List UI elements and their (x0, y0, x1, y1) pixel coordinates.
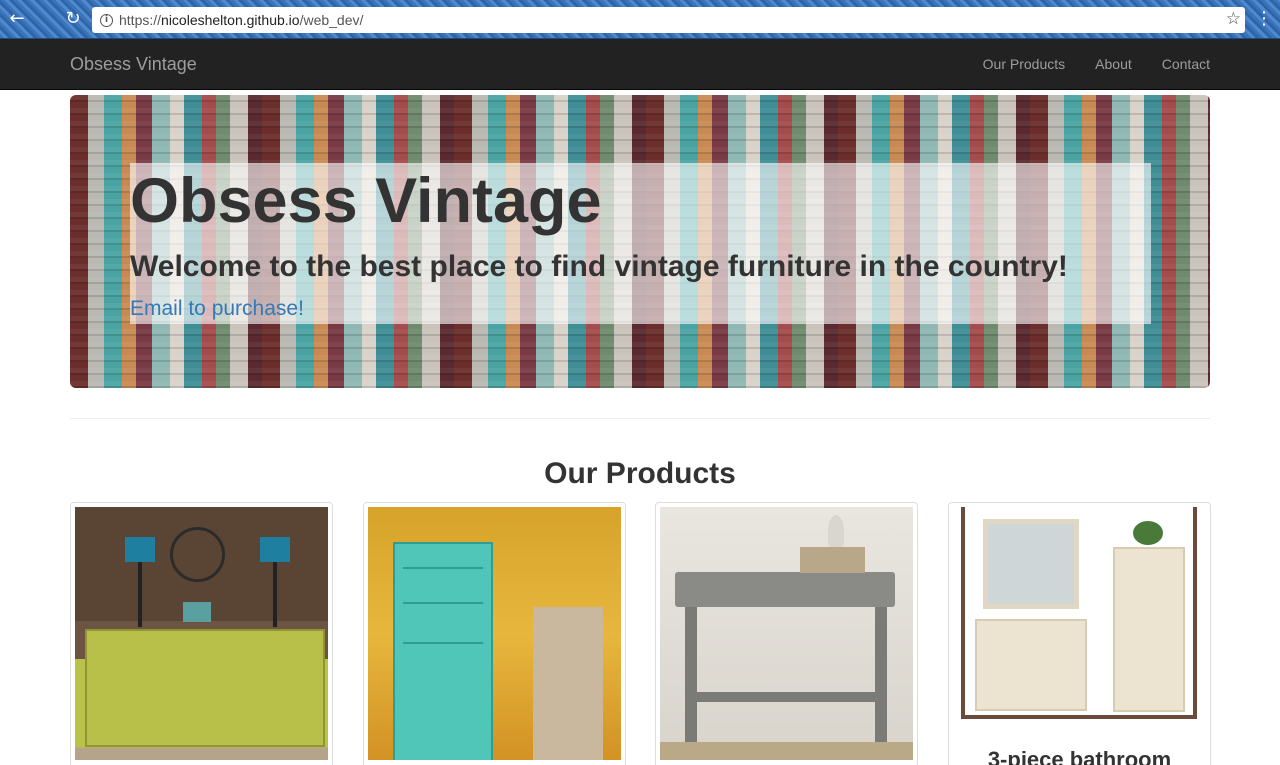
bathroom-set-photo (953, 507, 1206, 760)
products-heading: Our Products (544, 457, 736, 490)
section-divider (70, 418, 1210, 419)
nav-links: Our Products About Contact (983, 56, 1210, 72)
dresser-body (85, 629, 325, 747)
url-path: /web_dev/ (299, 12, 364, 28)
product-title-bathroom: 3-piece bathroom (987, 747, 1172, 765)
nav-link-contact[interactable]: Contact (1162, 56, 1210, 72)
hutch-cabinet (393, 542, 493, 760)
nav-link-about[interactable]: About (1095, 56, 1132, 72)
wall-ornament (170, 527, 225, 582)
product-card-dresser[interactable] (70, 502, 333, 765)
lamp-shade-left (125, 537, 155, 562)
console-top (675, 572, 895, 607)
stacked-books (800, 547, 865, 573)
reload-icon[interactable]: ↻ (62, 8, 84, 30)
address-bar[interactable]: i https://nicoleshelton.github.io/web_de… (92, 7, 1245, 33)
url-text[interactable]: https://nicoleshelton.github.io/web_dev/ (119, 12, 363, 28)
url-host: nicoleshelton.github.io (161, 12, 300, 28)
bookmark-star-icon[interactable]: ☆ (1226, 9, 1241, 29)
lamp-stand-left (138, 562, 142, 627)
product-card-hutch[interactable] (363, 502, 626, 765)
console-leg-right (875, 607, 887, 747)
console-photo (660, 507, 913, 760)
hutch-photo (368, 507, 621, 760)
nav-link-our-products[interactable]: Our Products (983, 56, 1065, 72)
hutch-shelf-1 (403, 567, 483, 569)
vanity-cabinet (975, 619, 1087, 711)
info-icon[interactable]: i (100, 13, 113, 27)
browser-menu-icon[interactable]: ⋮ (1255, 8, 1273, 29)
url-prefix: https:// (119, 12, 162, 28)
product-card-console[interactable] (655, 502, 918, 765)
lamp-stand-right (273, 562, 277, 627)
email-purchase-link[interactable]: Email to purchase! (130, 297, 304, 321)
linen-tower (1113, 547, 1185, 712)
hero-banner (70, 95, 1210, 388)
plant (1133, 521, 1163, 545)
lamp-shade-right (260, 537, 290, 562)
browser-toolbar: ← ↻ i https://nicoleshelton.github.io/we… (0, 0, 1280, 39)
decor-box (183, 602, 211, 622)
floor (660, 742, 913, 760)
back-arrow-icon[interactable]: ← (6, 8, 28, 30)
console-leg-left (685, 607, 697, 747)
console-shelf (690, 692, 880, 702)
hutch-shelf-3 (403, 642, 483, 644)
dresser-photo (75, 507, 328, 760)
site-navbar: Obsess Vintage Our Products About Contac… (0, 39, 1280, 90)
finial-ornament (828, 515, 844, 547)
fireplace (533, 607, 603, 760)
hero-title: Obsess Vintage (130, 166, 602, 236)
product-card-bathroom[interactable]: 3-piece bathroom (948, 502, 1211, 765)
hero-subtitle: Welcome to the best place to find vintag… (130, 250, 1068, 283)
navbar-brand[interactable]: Obsess Vintage (70, 54, 197, 75)
vanity-mirror (983, 519, 1079, 609)
hutch-shelf-2 (403, 602, 483, 604)
